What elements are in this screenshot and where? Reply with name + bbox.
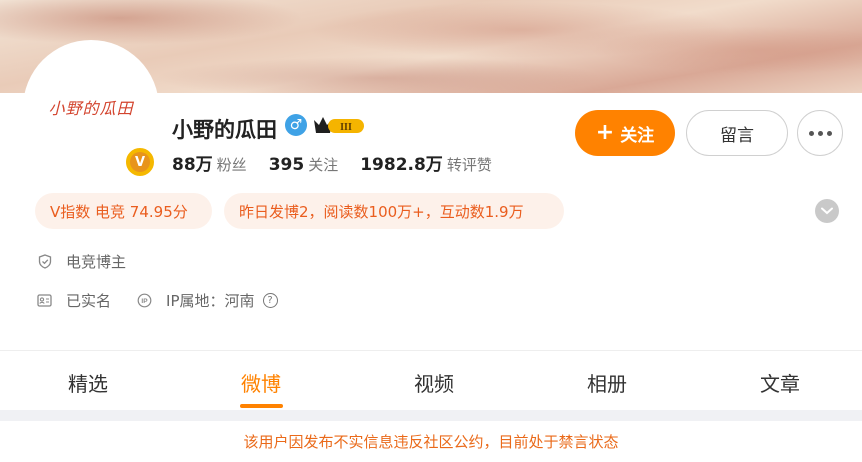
verified-badge-icon: V: [124, 146, 156, 178]
tab-albums[interactable]: 相册: [587, 368, 627, 397]
followers-label[interactable]: 粉丝: [217, 154, 247, 175]
expand-button[interactable]: [815, 199, 839, 223]
v-index-pill[interactable]: V指数 电竞 74.95分: [35, 193, 212, 229]
interactions-count: 1982.8万: [360, 155, 443, 175]
following-count[interactable]: 395: [269, 155, 305, 175]
tab-featured[interactable]: 精选: [68, 368, 108, 397]
verification-row: 已实名 IP IP属地：河南 ?: [37, 290, 278, 311]
tab-articles[interactable]: 文章: [760, 368, 800, 397]
category-row: 电竞博主: [37, 251, 126, 272]
ban-notice-text: 该用户因发布不实信息违反社区公约，目前处于禁言状态: [243, 433, 619, 451]
activity-pill[interactable]: 昨日发博2，阅读数100万+，互动数1.9万: [224, 193, 564, 229]
followers-count[interactable]: 88万: [172, 150, 213, 175]
vip-crown-icon[interactable]: III: [312, 113, 366, 137]
more-options-button[interactable]: [797, 110, 843, 156]
dot-icon: [826, 130, 832, 136]
help-icon[interactable]: ?: [262, 293, 278, 308]
follow-button[interactable]: + 关注: [575, 110, 675, 156]
divider: [0, 350, 862, 351]
v-index-text: V指数 电竞 74.95分: [50, 202, 188, 221]
plus-icon: +: [595, 120, 615, 145]
shield-icon: [37, 254, 52, 269]
dot-icon: [817, 130, 823, 136]
profile-stats: 88万 粉丝 395 关注 1982.8万 转评赞: [172, 150, 514, 175]
active-tab-indicator: [240, 404, 283, 408]
real-name-text: 已实名: [66, 292, 112, 310]
profile-card: 小野的瓜田 V 小野的瓜田 ♂ III 88万 粉丝 395 关注 1982.8…: [0, 0, 862, 410]
chevron-down-icon: [821, 207, 833, 215]
avatar-text: 小野的瓜田: [48, 99, 134, 118]
activity-text: 昨日发博2，阅读数100万+，互动数1.9万: [239, 202, 524, 221]
vip-level: III: [340, 122, 352, 133]
interactions-label: 转评赞: [446, 156, 492, 174]
message-label: 留言: [720, 125, 754, 146]
category-text: 电竞博主: [66, 253, 127, 271]
profile-name: 小野的瓜田: [172, 118, 277, 142]
ban-notice: 该用户因发布不实信息违反社区公约，目前处于禁言状态: [0, 421, 862, 462]
ip-icon: IP: [137, 293, 152, 308]
svg-text:IP: IP: [141, 298, 148, 305]
ip-location: IP IP属地：河南 ?: [137, 290, 278, 311]
dot-icon: [808, 130, 814, 136]
tab-weibo[interactable]: 微博: [241, 368, 281, 397]
id-card-icon: [37, 293, 52, 308]
tab-videos[interactable]: 视频: [414, 368, 454, 397]
message-button[interactable]: 留言: [686, 110, 788, 156]
follow-label: 关注: [620, 125, 655, 146]
ip-location-text: IP属地：河南: [166, 292, 255, 310]
male-gender-icon: ♂: [285, 114, 307, 136]
following-label[interactable]: 关注: [308, 154, 338, 175]
